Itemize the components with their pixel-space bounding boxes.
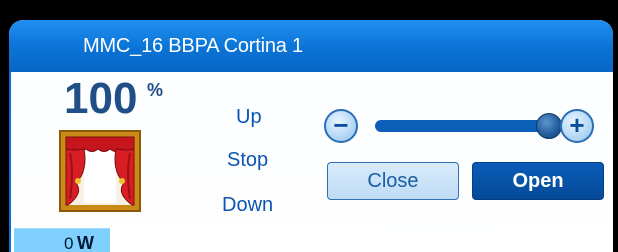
increase-button[interactable]: +: [560, 109, 594, 143]
minus-icon: −: [333, 110, 349, 140]
power-unit: W: [77, 233, 94, 252]
device-panel: MMC_16 BBPA Cortina 1 100 % 0 W Up Stop …: [9, 20, 613, 252]
panel-content: 100 % 0 W Up Stop Down − + Close Open: [9, 72, 613, 252]
plus-icon: +: [569, 110, 585, 140]
title-bar: MMC_16 BBPA Cortina 1: [9, 20, 613, 72]
position-slider-knob[interactable]: [536, 113, 562, 139]
down-command[interactable]: Down: [222, 194, 273, 217]
open-button-label: Open: [512, 169, 564, 192]
open-button[interactable]: Open: [472, 162, 604, 200]
position-slider-track[interactable]: [375, 120, 549, 132]
window-title: MMC_16 BBPA Cortina 1: [83, 35, 303, 57]
close-button-label: Close: [367, 169, 419, 192]
window-frame: MMC_16 BBPA Cortina 1 100 % 0 W Up Stop …: [0, 0, 618, 252]
power-value: 0: [64, 234, 74, 252]
power-indicator: 0 W: [14, 228, 110, 252]
stop-command[interactable]: Stop: [227, 149, 268, 172]
curtain-icon: [59, 130, 141, 212]
percent-sign: %: [147, 80, 164, 100]
close-button[interactable]: Close: [327, 162, 459, 200]
decrease-button[interactable]: −: [324, 109, 358, 143]
up-command[interactable]: Up: [236, 106, 262, 129]
position-percentage: 100: [64, 74, 138, 123]
